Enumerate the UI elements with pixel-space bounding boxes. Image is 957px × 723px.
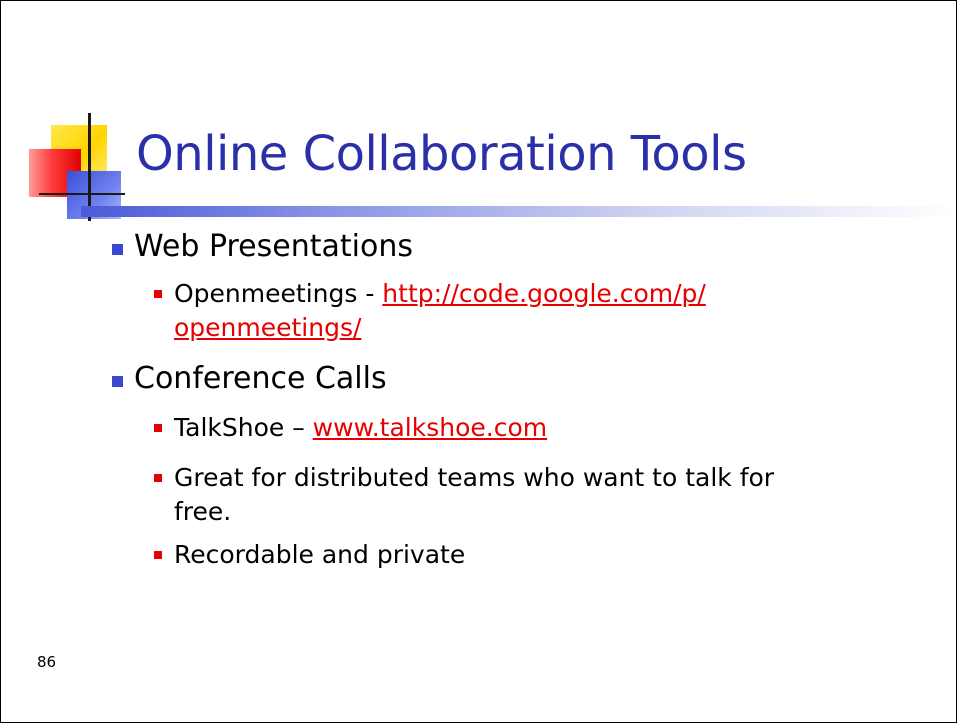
sub-bullet-square-icon [154,424,162,432]
bullet-text: Web Presentations [134,229,413,264]
bullet-square-icon [112,244,123,255]
openmeetings-link[interactable]: http://code.google.com/p/ [382,279,706,308]
sub-bullet-square-icon [154,290,162,298]
sub-bullet-text: Great for distributed teams who want to … [174,461,864,529]
sub-bullet-square-icon [154,551,162,559]
sub-bullet-text: Openmeetings - http://code.google.com/p/… [174,277,864,345]
title-underline-gradient [81,206,956,217]
openmeetings-link-continued[interactable]: openmeetings/ [174,313,361,342]
distributed-teams-line1: Great for distributed teams who want to … [174,463,775,492]
sub-bullet-square-icon [154,474,162,482]
slide: Online Collaboration Tools Web Presentat… [0,0,957,723]
talkshoe-link[interactable]: www.talkshoe.com [313,413,547,442]
page-number: 86 [37,653,57,671]
decorative-vertical-line [88,113,91,221]
bullet-text: Conference Calls [134,361,387,396]
slide-title: Online Collaboration Tools [136,126,747,182]
decorative-horizontal-line [39,193,125,195]
bullet-square-icon [112,376,123,387]
talkshoe-label: TalkShoe – [174,413,313,442]
openmeetings-label: Openmeetings - [174,279,383,308]
sub-bullet-text: Recordable and private [174,540,466,569]
sub-bullet-text: TalkShoe – www.talkshoe.com [174,411,864,445]
distributed-teams-line2: free. [174,497,232,526]
